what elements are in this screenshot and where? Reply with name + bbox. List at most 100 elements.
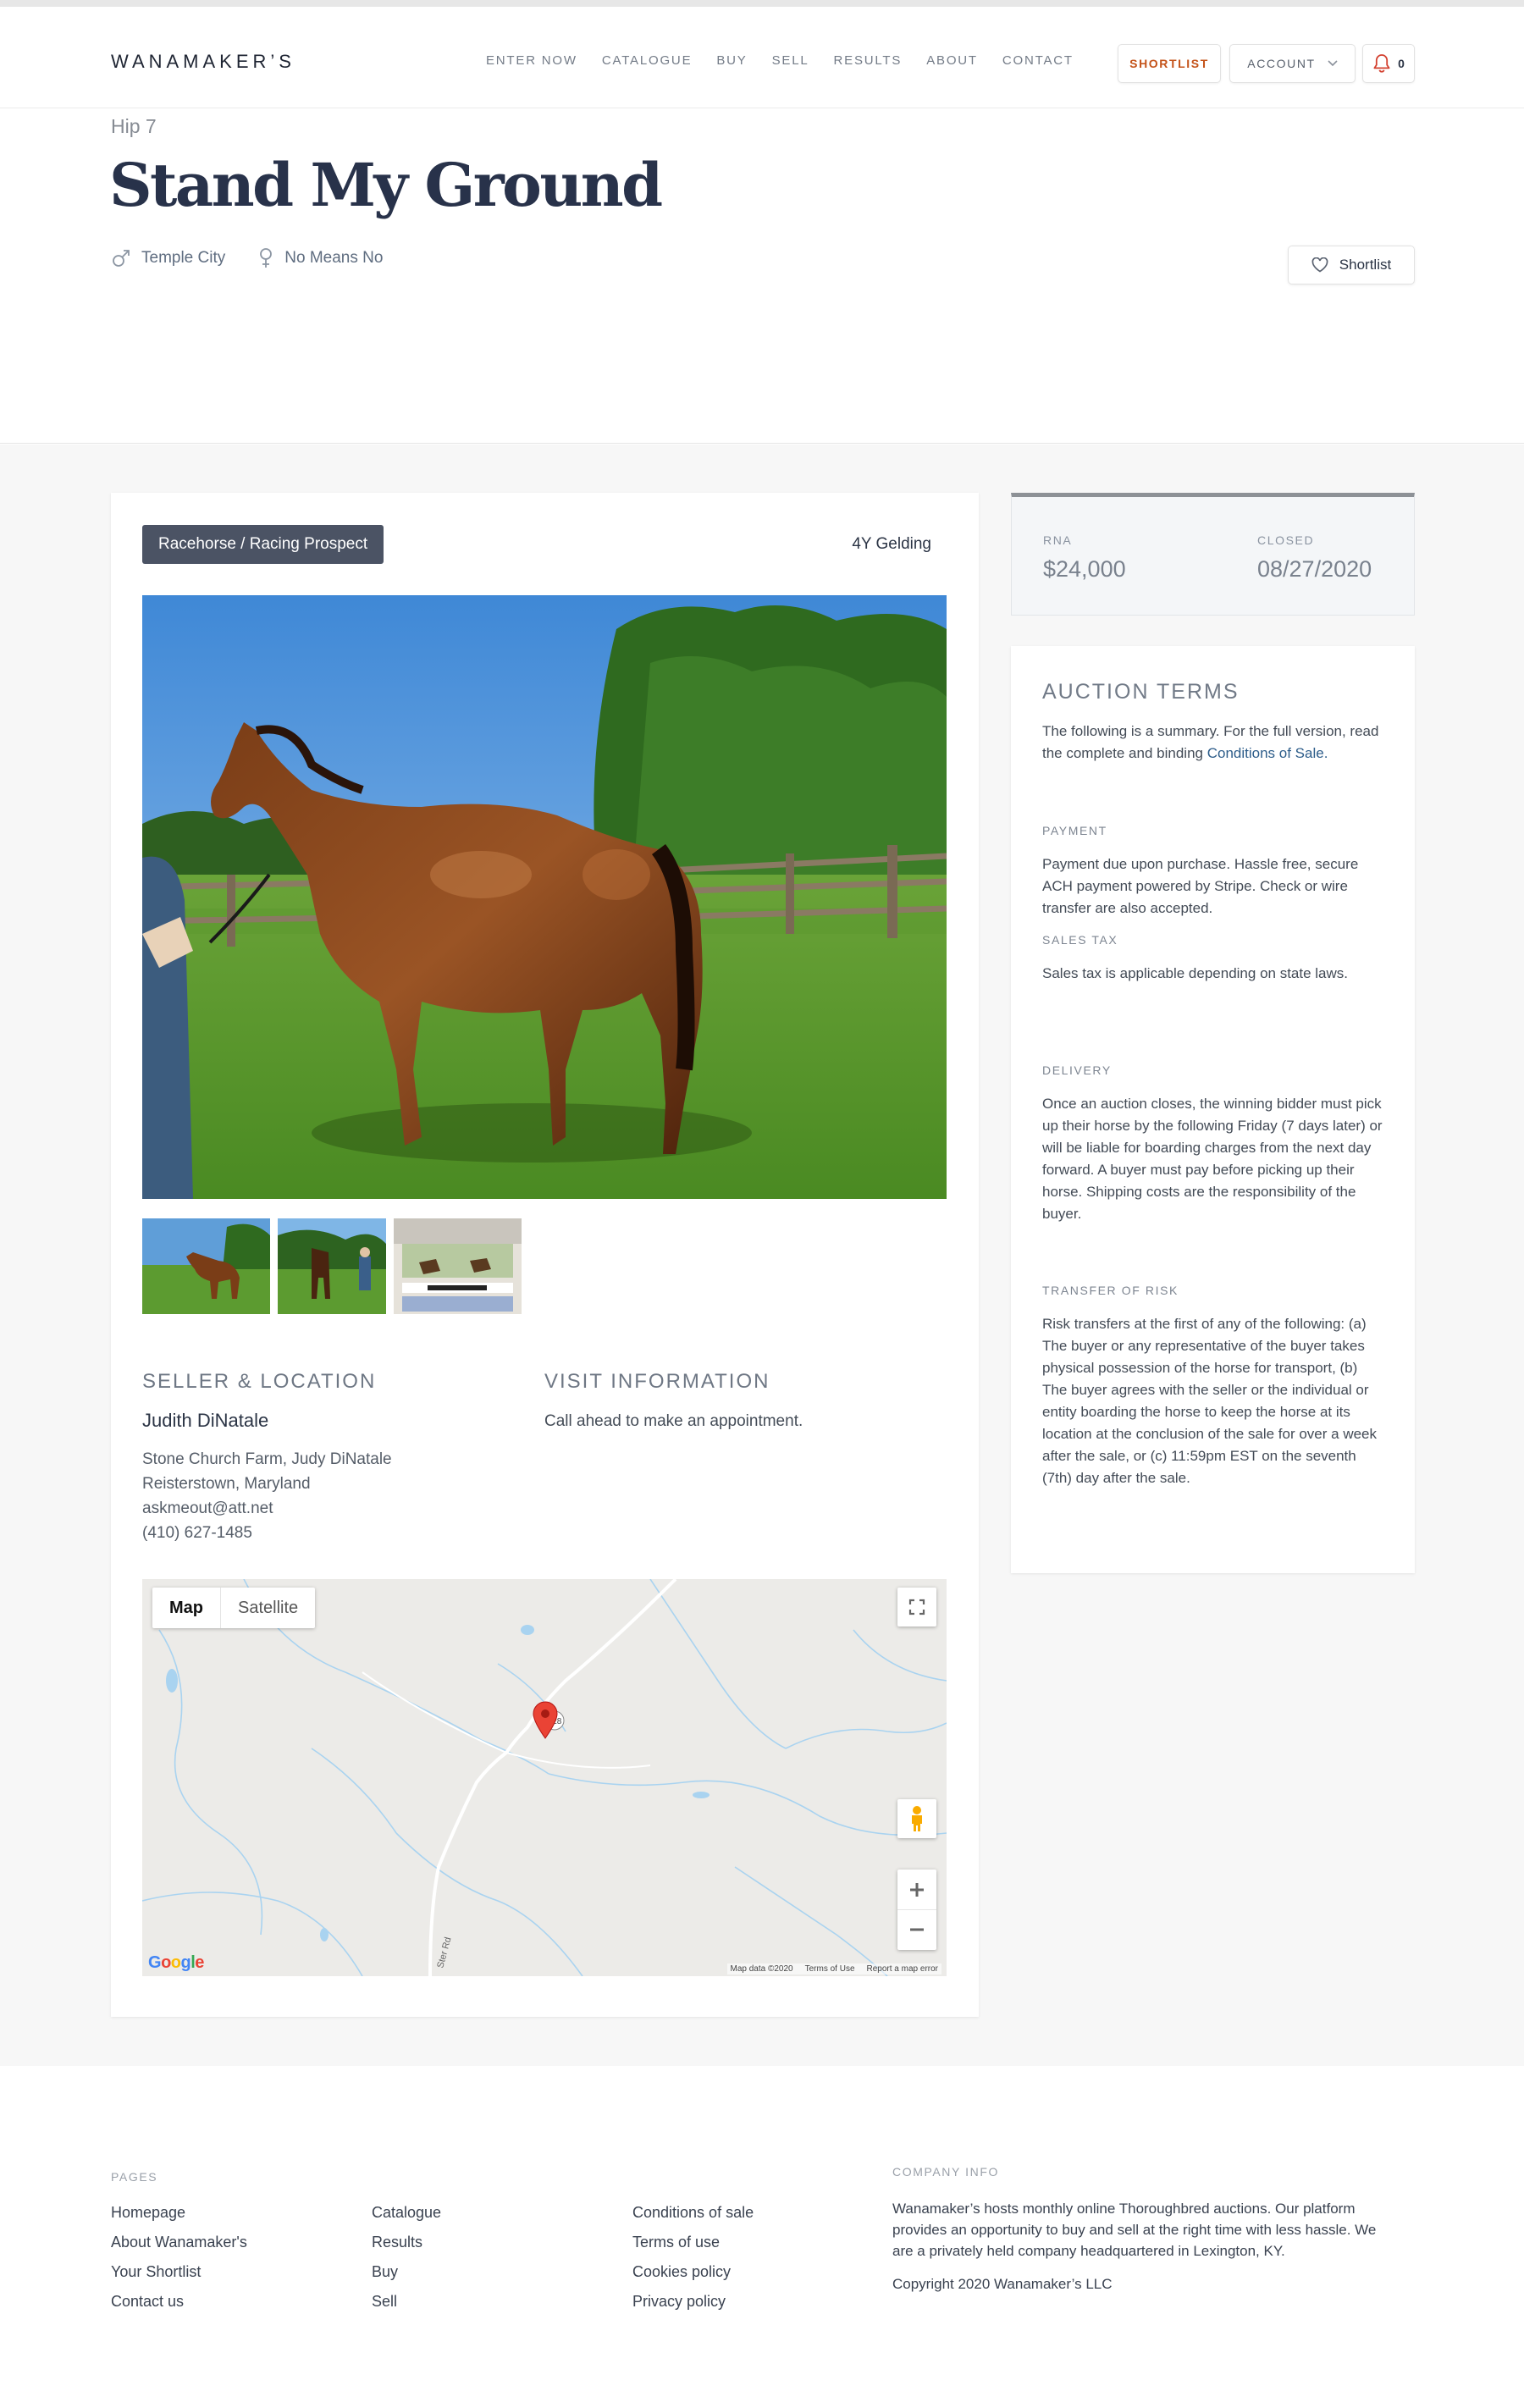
age-sex: 4Y Gelding <box>852 535 931 553</box>
shortlist-button[interactable]: Shortlist <box>1288 246 1415 284</box>
location-map[interactable]: 128 Ster Rd Map Satellite Google <box>142 1579 947 1976</box>
sales-tax-heading: SALES TAX <box>1042 933 1118 947</box>
fullscreen-button[interactable] <box>897 1588 936 1627</box>
dam-name: No Means No <box>284 249 384 267</box>
map-type-toggle: Map Satellite <box>152 1588 316 1628</box>
nav-about[interactable]: ABOUT <box>926 53 978 68</box>
seller-heading: SELLER & LOCATION <box>142 1370 377 1393</box>
seller-email[interactable]: askmeout@att.net <box>142 1496 392 1521</box>
nav-catalogue[interactable]: CATALOGUE <box>602 53 693 68</box>
footer-link-catalogue[interactable]: Catalogue <box>372 2203 441 2223</box>
nav-buy[interactable]: BUY <box>716 53 747 68</box>
thumbnail-3-image <box>394 1218 522 1314</box>
zoom-out-button[interactable] <box>897 1910 936 1950</box>
map-terms-link[interactable]: Terms of Use <box>805 1964 855 1974</box>
company-info-text: Wanamaker’s hosts monthly online Thoroug… <box>892 2201 1377 2259</box>
conditions-of-sale-link[interactable]: Conditions of Sale. <box>1207 745 1328 761</box>
visit-heading: VISIT INFORMATION <box>544 1370 770 1393</box>
main-nav: ENTER NOW CATALOGUE BUY SELL RESULTS ABO… <box>486 53 1074 68</box>
pages-label: PAGES <box>111 2170 158 2184</box>
final-price: $24,000 <box>1043 556 1126 582</box>
payment-heading: PAYMENT <box>1042 824 1107 837</box>
footer-link-conditions[interactable]: Conditions of sale <box>632 2203 754 2223</box>
male-icon <box>113 250 130 267</box>
nav-sell[interactable]: SELL <box>772 53 809 68</box>
horse-name: Stand My Ground <box>109 150 663 220</box>
google-letter: e <box>195 1953 204 1972</box>
map-data-credit: Map data ©2020 <box>730 1964 793 1974</box>
satellite-view-button[interactable]: Satellite <box>221 1588 315 1628</box>
seller-name: Judith DiNatale <box>142 1410 269 1431</box>
terms-heading: AUCTION TERMS <box>1042 680 1240 704</box>
delivery-text: Once an auction closes, the winning bidd… <box>1042 1096 1383 1222</box>
seller-city: Reisterstown, Maryland <box>142 1475 311 1493</box>
footer-link-homepage[interactable]: Homepage <box>111 2203 247 2223</box>
footer-link-cookies[interactable]: Cookies policy <box>632 2262 754 2282</box>
payment-text: Payment due upon purchase. Hassle free, … <box>1042 856 1359 916</box>
notification-count: 0 <box>1398 57 1405 70</box>
seller-farm: Stone Church Farm, Judy DiNatale <box>142 1450 392 1468</box>
listing-card: Racehorse / Racing Prospect 4Y Gelding S… <box>111 493 979 2017</box>
female-icon <box>260 248 273 268</box>
result-card: RNA $24,000 CLOSED 08/27/2020 <box>1011 493 1415 616</box>
footer-link-contact[interactable]: Contact us <box>111 2292 247 2311</box>
category-tag: Racehorse / Racing Prospect <box>142 525 384 564</box>
seller-details: Stone Church Farm, Judy DiNatale Reister… <box>142 1447 392 1545</box>
footer-link-terms[interactable]: Terms of use <box>632 2233 754 2252</box>
pegman-icon <box>912 1806 922 1831</box>
footer-link-about[interactable]: About Wanamaker's <box>111 2233 247 2252</box>
map-pin-icon[interactable] <box>533 1701 558 1739</box>
footer-link-privacy[interactable]: Privacy policy <box>632 2292 754 2311</box>
shortlist-label: Shortlist <box>1339 257 1392 273</box>
notifications-button[interactable]: 0 <box>1362 44 1415 83</box>
thumbnail-3[interactable] <box>394 1218 522 1314</box>
nav-enter-now[interactable]: ENTER NOW <box>486 53 577 68</box>
map-canvas: 128 Ster Rd <box>142 1579 947 1976</box>
account-menu-button[interactable]: ACCOUNT <box>1229 44 1356 83</box>
main-horse-photo[interactable] <box>142 595 947 1199</box>
account-label: ACCOUNT <box>1247 57 1316 70</box>
map-view-button[interactable]: Map <box>152 1588 221 1628</box>
sire[interactable]: Temple City <box>111 247 225 269</box>
thumbnail-2[interactable] <box>278 1218 386 1314</box>
map-report-link[interactable]: Report a map error <box>867 1964 938 1974</box>
fullscreen-icon <box>908 1599 925 1615</box>
thumbnail-2-image <box>278 1218 386 1314</box>
header-shortlist-button[interactable]: SHORTLIST <box>1118 44 1221 83</box>
photo-thumbnails <box>142 1218 522 1314</box>
copyright: Copyright 2020 Wanamaker’s LLC <box>892 2276 1113 2292</box>
footer-link-buy[interactable]: Buy <box>372 2262 441 2282</box>
site-header: WANAMAKER’S ENTER NOW CATALOGUE BUY SELL… <box>0 7 1524 108</box>
google-letter: g <box>180 1953 191 1972</box>
google-letter: o <box>170 1953 181 1972</box>
map-attribution: Map data ©2020 Terms of Use Report a map… <box>726 1963 941 1974</box>
google-logo: Google <box>148 1953 204 1973</box>
nav-contact[interactable]: CONTACT <box>1002 53 1074 68</box>
closed-label: CLOSED <box>1257 533 1315 547</box>
footer-link-results[interactable]: Results <box>372 2233 441 2252</box>
thumbnail-1[interactable] <box>142 1218 270 1314</box>
footer-link-sell[interactable]: Sell <box>372 2292 441 2311</box>
nav-results[interactable]: RESULTS <box>834 53 903 68</box>
zoom-in-icon <box>910 1882 924 1897</box>
zoom-control <box>897 1870 936 1950</box>
street-view-button[interactable] <box>897 1799 936 1838</box>
zoom-in-button[interactable] <box>897 1870 936 1910</box>
transfer-of-risk-heading: TRANSFER OF RISK <box>1042 1284 1179 1297</box>
seller-phone[interactable]: (410) 627-1485 <box>142 1521 392 1545</box>
footer-col-2: Catalogue Results Buy Sell <box>372 2203 441 2311</box>
road-label: Ster Rd <box>435 1936 453 1969</box>
google-letter: G <box>148 1953 162 1972</box>
heart-icon <box>1311 257 1328 273</box>
site-logo[interactable]: WANAMAKER’S <box>111 51 295 73</box>
delivery-heading: DELIVERY <box>1042 1063 1112 1077</box>
dam[interactable]: No Means No <box>257 247 383 269</box>
terms-intro: The following is a summary. For the full… <box>1042 721 1384 765</box>
visit-text: Call ahead to make an appointment. <box>544 1412 803 1430</box>
auction-terms-card: AUCTION TERMS The following is a summary… <box>1011 646 1415 1573</box>
sire-name: Temple City <box>141 249 226 267</box>
google-letter: o <box>161 1953 171 1972</box>
top-strip <box>0 0 1524 7</box>
footer-link-shortlist[interactable]: Your Shortlist <box>111 2262 247 2282</box>
footer-col-3: Conditions of sale Terms of use Cookies … <box>632 2203 754 2311</box>
